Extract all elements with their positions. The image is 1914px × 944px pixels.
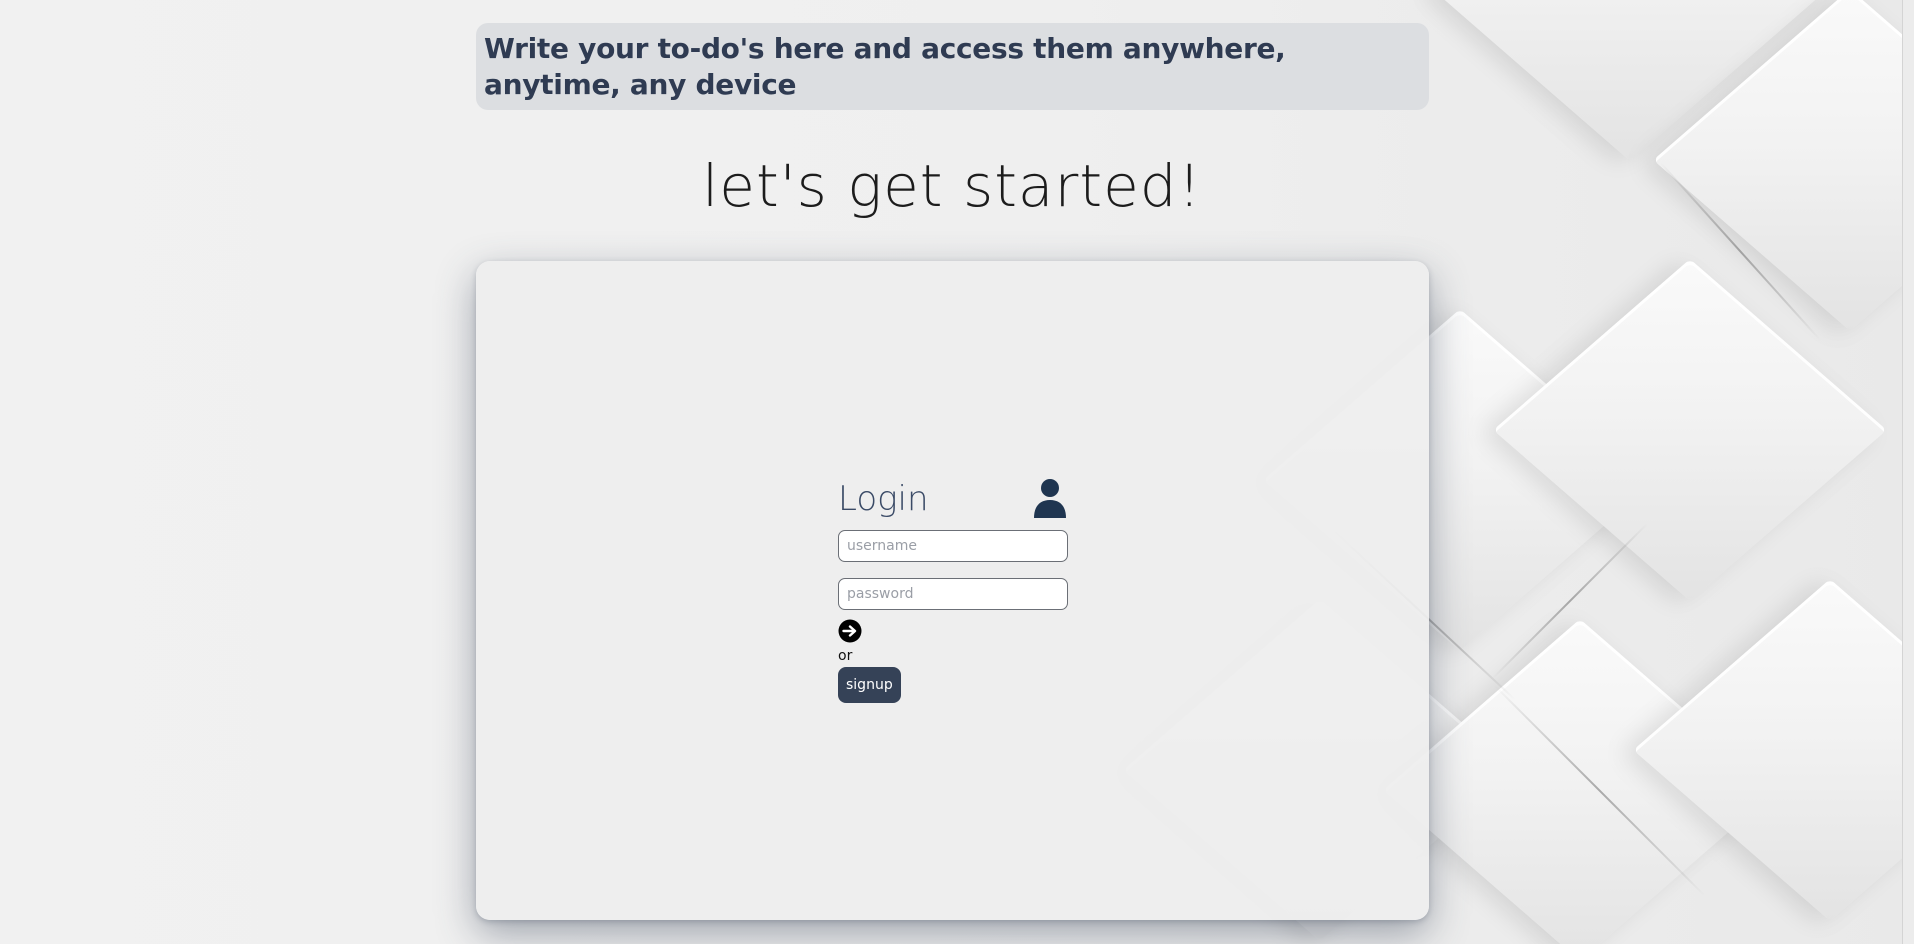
password-field[interactable] (838, 578, 1068, 610)
login-title: Login (838, 479, 929, 519)
user-icon (1034, 479, 1066, 518)
scrollbar-track[interactable] (1902, 0, 1914, 944)
page-title: let's get started! (702, 152, 1202, 220)
signup-button[interactable]: signup (838, 667, 901, 703)
banner-text: Write your to-do's here and access them … (484, 32, 1286, 101)
arrow-right-circle-icon (838, 619, 862, 643)
login-form: Login or signup (838, 476, 1070, 703)
header-banner: Write your to-do's here and access them … (476, 23, 1429, 110)
or-separator: or (838, 648, 853, 664)
username-field[interactable] (838, 530, 1068, 562)
login-header: Login (838, 476, 1070, 522)
login-submit-button[interactable] (838, 619, 862, 643)
